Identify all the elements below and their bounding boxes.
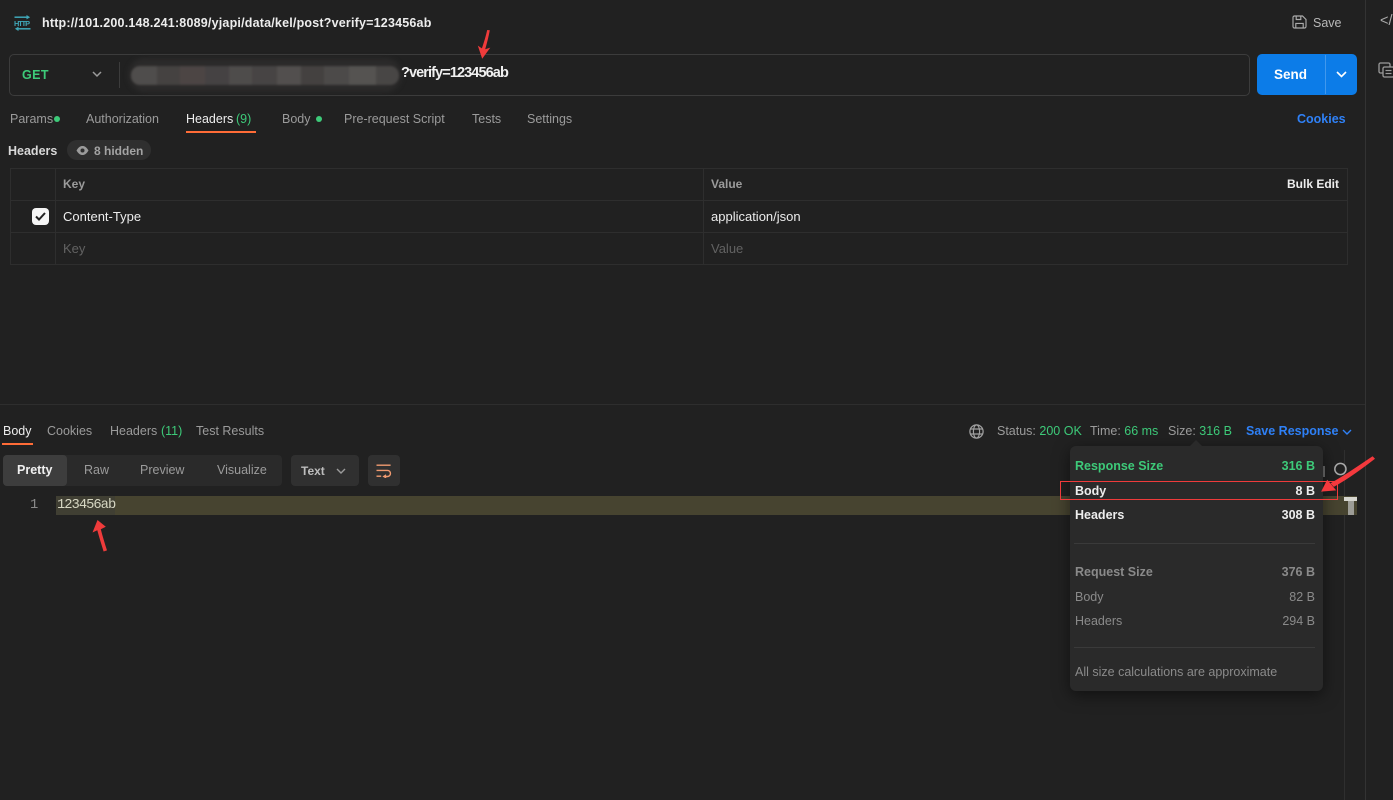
svg-text:HTTP: HTTP (14, 19, 30, 28)
